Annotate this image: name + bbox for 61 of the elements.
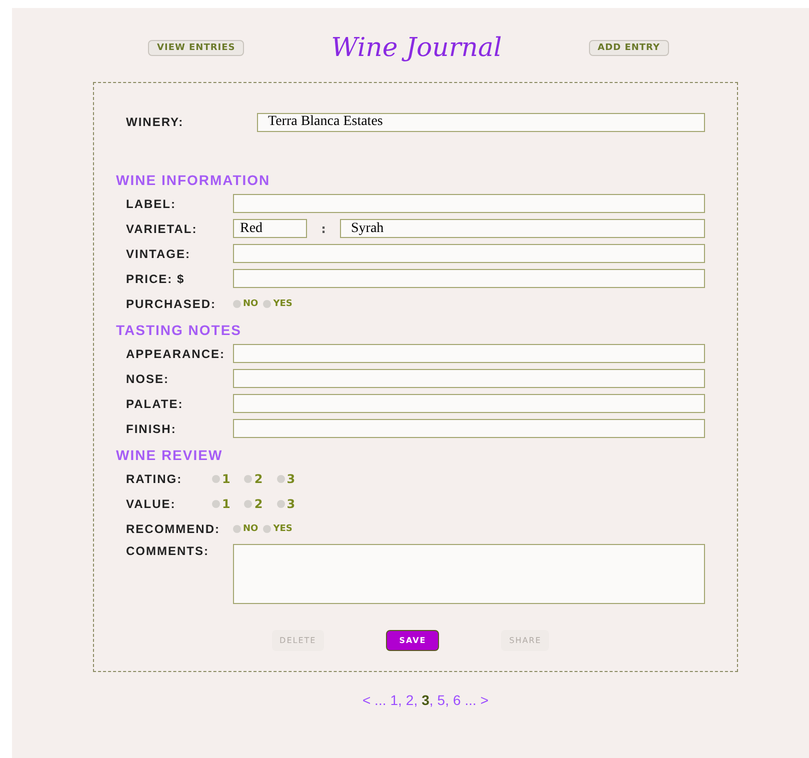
page-separator: ,	[429, 692, 434, 708]
input-field[interactable]	[233, 194, 705, 213]
field-label: PALATE:	[126, 396, 184, 410]
radio-button[interactable]	[244, 474, 252, 482]
app-title: Wine Journal	[331, 33, 502, 63]
section-heading: WINE REVIEW	[116, 447, 224, 465]
page-nav-link[interactable]: ... >	[464, 692, 488, 708]
separator-text: :	[320, 222, 327, 236]
option-label: 3	[286, 472, 296, 486]
field-label: VARIETAL:	[126, 222, 198, 236]
field-label: RECOMMEND:	[126, 522, 221, 536]
radio-button[interactable]	[263, 300, 272, 308]
option-label: NO	[243, 298, 258, 308]
radio-button[interactable]	[212, 500, 220, 508]
field-label: VINTAGE:	[126, 246, 192, 260]
input-field[interactable]	[233, 419, 705, 438]
radio-button[interactable]	[212, 474, 220, 482]
section-heading: TASTING NOTES	[116, 322, 243, 340]
field-label: FINISH:	[126, 422, 178, 436]
input-field[interactable]	[233, 344, 705, 363]
input-field[interactable]: Terra Blanca Estates	[257, 112, 705, 132]
add-entry-button[interactable]: ADD ENTRY	[588, 40, 669, 56]
field-label: PRICE: $	[126, 272, 186, 286]
option-label: YES	[273, 298, 292, 308]
section-heading: WINE INFORMATION	[116, 172, 272, 190]
option-label: 1	[222, 496, 230, 510]
page-link[interactable]: 6	[452, 692, 461, 708]
radio-button[interactable]	[276, 474, 285, 482]
option-label: 1	[222, 472, 230, 486]
view-entries-button[interactable]: VIEW ENTRIES	[148, 40, 244, 56]
field-label: PURCHASED:	[126, 296, 218, 310]
input-field[interactable]: Red	[233, 219, 307, 238]
radio-button[interactable]	[263, 524, 272, 532]
radio-button[interactable]	[233, 524, 241, 532]
field-label: APPEARANCE:	[126, 346, 226, 360]
option-label: 3	[286, 496, 296, 510]
field-label: RATING:	[126, 472, 184, 486]
input-field[interactable]: Syrah	[340, 219, 705, 238]
radio-button[interactable]	[276, 500, 285, 508]
option-label: YES	[273, 524, 292, 534]
radio-button[interactable]	[244, 500, 252, 508]
page-link[interactable]: 2,	[406, 692, 418, 708]
field-label: NOSE:	[126, 372, 170, 386]
page-nav-link[interactable]: < ...	[362, 692, 386, 708]
comments-field[interactable]	[233, 544, 705, 604]
field-label: COMMENTS:	[126, 544, 210, 558]
field-label: LABEL:	[126, 196, 177, 210]
input-field[interactable]	[233, 394, 705, 413]
input-field[interactable]	[233, 369, 705, 388]
option-label: 2	[254, 496, 263, 510]
page-link[interactable]: 5,	[437, 692, 449, 708]
field-label: WINERY:	[126, 115, 185, 129]
option-label: 2	[254, 472, 263, 486]
field-label: VALUE:	[126, 496, 177, 510]
save-button[interactable]: SAVE	[386, 630, 440, 651]
input-field[interactable]	[233, 244, 705, 263]
input-field[interactable]	[233, 269, 705, 288]
page-link[interactable]: 1,	[390, 692, 402, 708]
option-label: NO	[243, 524, 258, 534]
radio-button[interactable]	[233, 300, 241, 308]
page-link[interactable]: 3	[422, 692, 430, 708]
